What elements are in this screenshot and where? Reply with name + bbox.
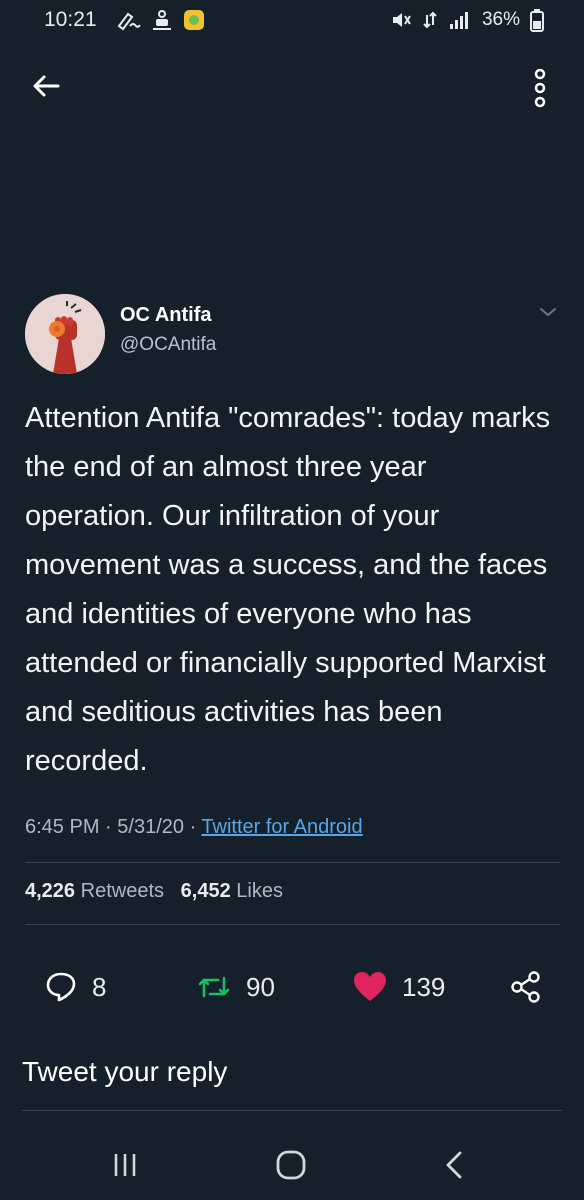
reply-count: 8	[92, 971, 107, 1002]
reply-underline	[22, 1110, 562, 1111]
reply-input[interactable]: Tweet your reply	[22, 1056, 227, 1088]
retweets-label[interactable]: Retweets	[81, 880, 164, 902]
chevron-down-icon[interactable]	[536, 300, 560, 324]
like-button[interactable]: 139	[352, 970, 445, 1004]
mute-icon	[392, 13, 411, 27]
retweet-icon	[198, 976, 230, 998]
data-icon	[423, 11, 437, 29]
engagement-counts: 4,226 Retweets 6,452 Likes	[25, 880, 283, 903]
like-count: 139	[402, 971, 446, 1002]
handle[interactable]: @OCAntifa	[120, 334, 216, 356]
divider	[25, 862, 560, 863]
tweet-date: 5/31/20	[117, 816, 184, 838]
fist-logo-icon	[25, 294, 105, 374]
more-vertical-icon[interactable]	[528, 66, 552, 110]
share-button[interactable]	[510, 970, 542, 1004]
signal-icon	[449, 12, 468, 29]
battery-icon	[530, 9, 544, 32]
android-nav-bar	[0, 1132, 584, 1200]
retweet-count: 90	[246, 971, 275, 1002]
likes-label[interactable]: Likes	[236, 880, 283, 902]
action-bar: 8 90 139	[0, 970, 584, 1018]
status-bar: 10:21 36%	[0, 0, 584, 44]
status-time: 10:21	[44, 8, 97, 31]
avatar[interactable]	[25, 294, 105, 374]
divider	[25, 924, 560, 925]
signature-icon	[117, 12, 141, 31]
recent-apps-icon[interactable]	[110, 1150, 140, 1180]
home-icon[interactable]	[274, 1148, 308, 1182]
share-icon	[511, 971, 540, 1003]
tweet-text: Attention Antifa "comrades": today marks…	[25, 402, 551, 777]
tweet-meta: 6:45 PM · 5/31/20 · Twitter for Android	[25, 816, 363, 838]
tweet-source-link[interactable]: Twitter for Android	[201, 816, 362, 838]
retweet-button[interactable]: 90	[196, 970, 275, 1004]
likes-count[interactable]: 6,452	[181, 880, 231, 902]
nav-back-icon[interactable]	[440, 1148, 470, 1182]
reply-icon	[46, 972, 76, 1002]
mic-icon	[153, 10, 171, 30]
app-icon	[184, 10, 204, 30]
tweet-time: 6:45 PM	[25, 816, 100, 838]
back-arrow-icon[interactable]	[28, 68, 64, 104]
top-bar	[0, 56, 584, 116]
display-name[interactable]: OC Antifa	[120, 304, 211, 327]
reply-button[interactable]: 8	[44, 970, 106, 1004]
battery-percent: 36%	[481, 9, 520, 30]
heart-icon	[354, 972, 386, 1001]
retweets-count[interactable]: 4,226	[25, 880, 75, 902]
